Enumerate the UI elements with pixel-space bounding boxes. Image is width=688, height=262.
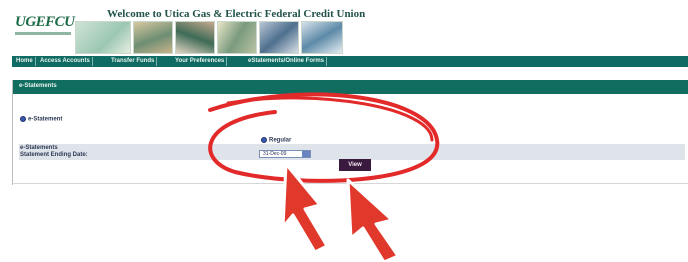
estatement-option-label: e-Statement [28, 116, 63, 123]
chevron-down-icon[interactable] [302, 151, 310, 157]
pointer-arrow-right [346, 178, 400, 262]
nav-access-accounts[interactable]: Access Accounts [38, 57, 93, 66]
main-nav: Home Access Accounts Transfer Funds Your… [12, 56, 688, 67]
nav-your-preferences[interactable]: Your Preferences [173, 57, 228, 66]
estatements-panel: e-Statements e-Statement e-Statements St… [12, 80, 688, 185]
statement-date-select[interactable]: 31-Dec-09 [259, 150, 311, 158]
regular-option-label: Regular [269, 137, 292, 144]
estatement-radio[interactable] [20, 116, 26, 122]
ending-date-label: Statement Ending Date: [20, 152, 88, 158]
logo-text: UGEFCU [15, 14, 75, 30]
page: UGEFCU Welcome to Utica Gas & Electric F… [0, 0, 688, 262]
statement-form [19, 144, 685, 160]
logo-underline [15, 32, 71, 35]
panel-title: e-Statements [19, 83, 57, 89]
header-photo-1 [75, 21, 131, 54]
credit-union-logo[interactable]: UGEFCU [13, 8, 75, 42]
nav-home[interactable]: Home [14, 57, 36, 66]
header-photo-3 [175, 21, 215, 54]
estatements-label: e-Statements [20, 145, 58, 151]
statement-date-value: 31-Dec-09 [263, 151, 287, 157]
header-photo-4 [217, 21, 257, 54]
header-photo-strip [75, 21, 343, 54]
nav-estatements-online-forms[interactable]: eStatements/Online Forms [246, 57, 328, 66]
panel-header: e-Statements [13, 80, 688, 94]
nav-transfer-funds[interactable]: Transfer Funds [109, 57, 158, 66]
view-button[interactable]: View [339, 159, 371, 171]
regular-radio[interactable] [261, 137, 267, 143]
header-photo-6 [301, 21, 343, 54]
page-title: Welcome to Utica Gas & Electric Federal … [107, 8, 366, 20]
panel-divider [13, 183, 688, 184]
header-photo-2 [133, 21, 173, 54]
header-photo-5 [259, 21, 299, 54]
regular-option[interactable]: Regular [261, 137, 291, 144]
estatement-option[interactable]: e-Statement [20, 116, 62, 123]
